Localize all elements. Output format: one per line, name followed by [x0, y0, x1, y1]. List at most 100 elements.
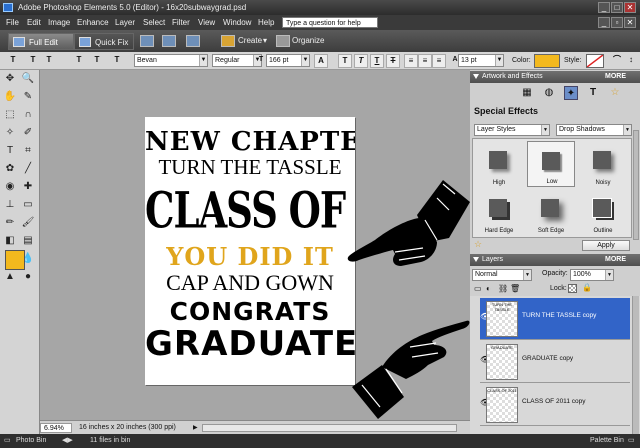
mask-type-icon[interactable]: T	[72, 54, 86, 68]
delete-layer-icon[interactable]: 🗑	[510, 284, 520, 293]
marquee-tool-icon[interactable]: ⬚	[3, 108, 17, 122]
share-icon[interactable]	[162, 35, 176, 47]
favorites-category-icon[interactable]: ☆	[608, 86, 622, 100]
red-eye-tool-icon[interactable]: ◉	[3, 180, 17, 194]
photo-bin-button[interactable]: Photo Bin	[16, 434, 46, 448]
layers-more-button[interactable]: MORE	[605, 254, 626, 266]
effects-category-icon[interactable]: ◍	[542, 86, 556, 100]
layer-row[interactable]: 👁 TURN THE TASSLE TURN THE TASSLE copy	[480, 298, 630, 340]
maximize-button[interactable]: □	[611, 2, 623, 13]
layers-panel-header[interactable]: Layers MORE	[470, 254, 640, 266]
healing-brush-tool-icon[interactable]: ✚	[21, 180, 35, 194]
brush-tool-icon[interactable]: 🖌	[21, 216, 35, 230]
mask-vertical-type-icon[interactable]: T	[90, 54, 104, 68]
align-center-icon[interactable]: ≡	[418, 54, 432, 68]
hand-tool-icon[interactable]: ✋	[3, 90, 17, 104]
add-favorite-icon[interactable]: ☆	[474, 239, 482, 250]
style-thumb-hard-edge[interactable]: Hard Edge	[475, 189, 523, 235]
layers-scrollbar[interactable]	[632, 296, 639, 434]
opacity-field[interactable]: 100% ▼	[570, 269, 614, 281]
help-search-input[interactable]: Type a question for help	[282, 17, 378, 28]
warp-text-icon[interactable]: ⌒	[610, 54, 624, 68]
magic-wand-tool-icon[interactable]: ✧	[3, 126, 17, 140]
crop-tool-icon[interactable]: ⌗	[21, 144, 35, 158]
bold-button[interactable]: T	[338, 54, 352, 68]
italic-button[interactable]: T	[354, 54, 368, 68]
doc-restore-button[interactable]: ▫	[611, 17, 623, 28]
style-thumb-high[interactable]: High	[475, 141, 523, 187]
menu-enhance[interactable]: Enhance	[77, 15, 109, 30]
print-icon[interactable]	[140, 35, 154, 47]
create-button[interactable]: Create	[238, 30, 262, 52]
menu-edit[interactable]: Edit	[27, 15, 41, 30]
collapse-triangle-icon[interactable]	[473, 257, 479, 262]
special-effects-icon[interactable]: ✦	[564, 86, 578, 100]
menu-image[interactable]: Image	[48, 15, 70, 30]
eraser-tool-icon[interactable]: ▭	[21, 198, 35, 212]
blend-mode-select[interactable]: Normal ▼	[472, 269, 532, 281]
clone-stamp-tool-icon[interactable]: ⊥	[3, 198, 17, 212]
style-none-swatch[interactable]	[586, 54, 604, 68]
organize-icon[interactable]	[276, 35, 290, 47]
style-thumb-low[interactable]: Low	[527, 141, 575, 187]
artwork-more-button[interactable]: MORE	[605, 71, 626, 83]
style-thumb-soft-edge[interactable]: Soft Edge	[527, 189, 575, 235]
font-size-select[interactable]: 166 pt ▼	[266, 54, 310, 67]
selection-brush-tool-icon[interactable]: ✐	[21, 126, 35, 140]
adjustment-layer-icon[interactable]: ◐	[486, 284, 491, 293]
style-thumb-outline[interactable]: Outline	[579, 189, 627, 235]
close-button[interactable]: ✕	[624, 2, 636, 13]
doc-close-button[interactable]: ✕	[624, 17, 636, 28]
tab-full-edit[interactable]: Full Edit	[8, 33, 74, 50]
menu-file[interactable]: File	[6, 15, 19, 30]
palette-bin-toggle-icon[interactable]: ▭	[628, 434, 635, 448]
minimize-button[interactable]: _	[598, 2, 610, 13]
text-color-swatch[interactable]	[534, 54, 560, 68]
type-tool-icon[interactable]: T	[6, 54, 20, 68]
menu-help[interactable]: Help	[258, 15, 274, 30]
document-canvas[interactable]: NEW CHAPTER TURN THE TASSLE CLASS OF 201…	[145, 117, 355, 385]
menu-select[interactable]: Select	[143, 15, 165, 30]
horizontal-scrollbar[interactable]	[202, 424, 457, 432]
layer-row[interactable]: 👁 GRADUATE GRADUATE copy	[480, 341, 630, 383]
layer-row[interactable]: 👁 CLASS OF 2011 CLASS OF 2011 copy	[480, 384, 630, 426]
type-tool-icon[interactable]: T	[3, 144, 17, 158]
text-category-icon[interactable]: T	[586, 86, 600, 100]
canvas-area[interactable]: NEW CHAPTER TURN THE TASSLE CLASS OF 201…	[40, 70, 470, 420]
collapse-triangle-icon[interactable]	[473, 74, 479, 79]
horizontal-type-icon[interactable]: T	[26, 54, 40, 68]
dodge-tool-icon[interactable]: ●	[21, 270, 35, 284]
link-layers-icon[interactable]: ⛓	[498, 284, 508, 293]
eyedropper-tool-icon[interactable]: ✎	[21, 90, 35, 104]
paint-bucket-tool-icon[interactable]: ◧	[3, 234, 17, 248]
align-left-icon[interactable]: ≡	[404, 54, 418, 68]
lasso-tool-icon[interactable]: ∩	[21, 108, 35, 122]
effect-subcategory-select[interactable]: Drop Shadows ▼	[556, 124, 632, 136]
create-icon[interactable]	[221, 35, 235, 47]
underline-button[interactable]: T	[370, 54, 384, 68]
effect-category-select[interactable]: Layer Styles ▼	[474, 124, 550, 136]
toggle-orientation-icon[interactable]: ↕	[624, 54, 638, 68]
create-dropdown-icon[interactable]: ▾	[263, 30, 267, 52]
align-right-icon[interactable]: ≡	[432, 54, 446, 68]
apply-button[interactable]: Apply	[582, 240, 630, 251]
straighten-tool-icon[interactable]: ╱	[21, 162, 35, 176]
new-layer-icon[interactable]: ▭	[474, 284, 482, 293]
menu-layer[interactable]: Layer	[115, 15, 135, 30]
artwork-category-icon[interactable]: ▦	[520, 86, 534, 100]
tab-quick-fix[interactable]: Quick Fix	[74, 33, 134, 50]
photo-bin-toggle-icon[interactable]: ▭	[4, 434, 11, 448]
lock-transparency-icon[interactable]	[568, 284, 577, 293]
cookie-cutter-tool-icon[interactable]: ✿	[3, 162, 17, 176]
style-thumb-noisy[interactable]: Noisy	[579, 141, 627, 187]
zoom-tool-icon[interactable]: 🔍	[21, 72, 35, 86]
pencil-tool-icon[interactable]: ✏	[3, 216, 17, 230]
effects-scrollbar[interactable]	[633, 130, 639, 240]
bin-arrow-icon[interactable]: ◀▶	[62, 434, 73, 448]
foreground-color-swatch[interactable]	[5, 250, 25, 270]
vertical-type-icon[interactable]: T	[42, 54, 56, 68]
menu-view[interactable]: View	[198, 15, 215, 30]
lock-all-icon[interactable]: 🔒	[582, 283, 592, 292]
font-family-select[interactable]: Bevan ▼	[134, 54, 208, 67]
gradient-tool-icon[interactable]: ▤	[21, 234, 35, 248]
